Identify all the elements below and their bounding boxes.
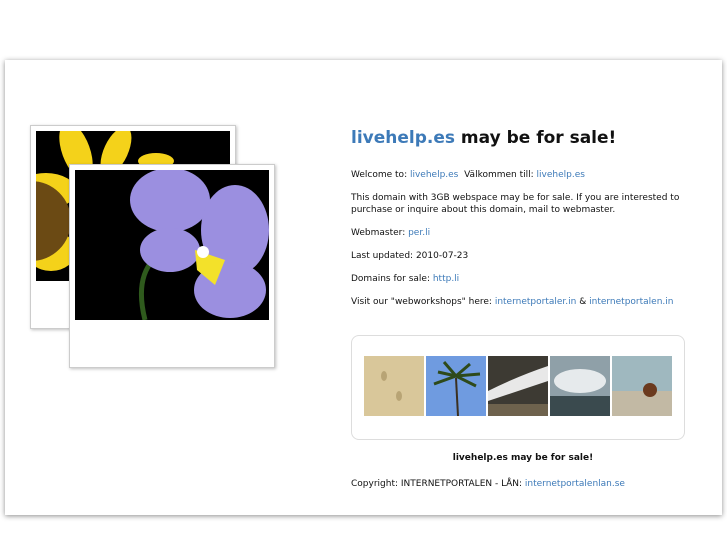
valkommen-link[interactable]: livehelp.es: [537, 170, 585, 180]
thumbnail-palm[interactable]: [426, 356, 486, 416]
page-title: livehelp.es may be for sale!: [351, 128, 691, 148]
thumbnail-waves[interactable]: [488, 356, 548, 416]
thumbnail-clouds[interactable]: [550, 356, 610, 416]
webmaster-line: Webmaster: per.li: [351, 227, 691, 239]
description: This domain with 3GB webspace may be for…: [351, 193, 680, 215]
welcome-line: Welcome to: livehelp.es Välkommen till: …: [351, 169, 691, 181]
workshops-line: Visit our "webworkshops" here: internetp…: [351, 296, 691, 308]
copyright-label: Copyright: INTERNETPORTALEN - LÅN:: [351, 479, 525, 489]
photo-frame-violet: [69, 164, 275, 368]
workshops-label: Visit our "webworkshops" here:: [351, 297, 495, 307]
last-updated-label: Last updated:: [351, 251, 416, 261]
webmaster-link[interactable]: per.li: [408, 228, 430, 238]
welcome-link[interactable]: livehelp.es: [410, 170, 458, 180]
webmaster-label: Webmaster:: [351, 228, 409, 238]
copyright-link[interactable]: internetportalenlan.se: [525, 479, 625, 489]
last-updated-line: Last updated: 2010-07-23: [351, 250, 691, 262]
thumbnail-gallery: [351, 335, 685, 440]
footer-title: livehelp.es may be for sale!: [452, 453, 594, 463]
thumbnail-sand[interactable]: [364, 356, 424, 416]
last-updated-value: 2010-07-23: [415, 251, 469, 261]
domains-for-sale-link[interactable]: http.li: [433, 274, 459, 284]
sale-info: livehelp.es may be for sale! Welcome to:…: [351, 128, 691, 319]
thumbnail-coconut[interactable]: [612, 356, 672, 416]
domains-for-sale-line: Domains for sale: http.li: [351, 273, 691, 285]
title-domain-link[interactable]: livehelp.es: [351, 128, 455, 148]
copyright: Copyright: INTERNETPORTALEN - LÅN: inter…: [351, 479, 625, 489]
violet-photo: [75, 170, 269, 320]
workshop-link-1[interactable]: internetportaler.in: [495, 297, 577, 307]
welcome-label: Welcome to:: [351, 170, 410, 180]
domains-for-sale-label: Domains for sale:: [351, 274, 433, 284]
valkommen-label: Välkommen till:: [458, 170, 537, 180]
workshop-link-2[interactable]: internetportalen.in: [589, 297, 673, 307]
workshops-separator: &: [576, 297, 590, 307]
title-text: may be for sale!: [455, 128, 617, 148]
